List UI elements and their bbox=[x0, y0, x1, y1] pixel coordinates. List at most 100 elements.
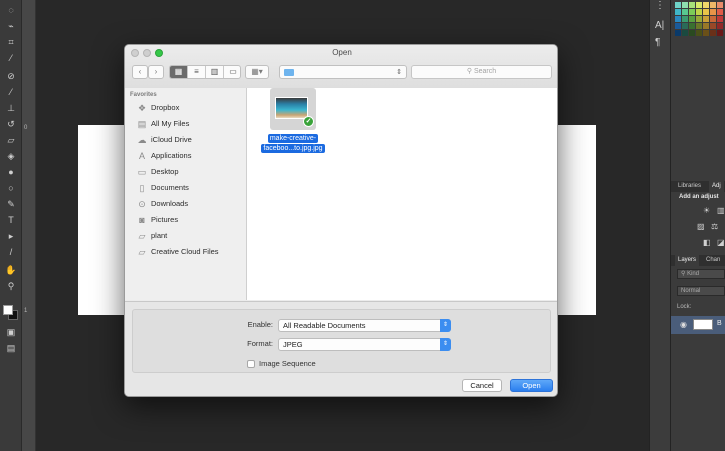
enable-select[interactable]: All Readable Documents ⇕ bbox=[278, 319, 451, 332]
color-swatch[interactable] bbox=[689, 30, 695, 36]
coverflow-view-icon[interactable]: ▭ bbox=[224, 66, 240, 78]
color-swatch[interactable] bbox=[689, 9, 695, 15]
color-swatch[interactable] bbox=[696, 9, 702, 15]
color-swatch[interactable] bbox=[703, 2, 709, 8]
layer-filter-kind[interactable]: ⚲ Kind bbox=[677, 269, 725, 279]
color-swatch[interactable] bbox=[675, 30, 681, 36]
icon-view-icon[interactable]: ▦ bbox=[170, 66, 188, 78]
color-swatch[interactable] bbox=[689, 16, 695, 22]
color-swatch[interactable] bbox=[682, 30, 688, 36]
sidebar-item-applications[interactable]: A Applications bbox=[125, 149, 246, 164]
stamp-tool-icon[interactable]: ⊥ bbox=[4, 102, 18, 114]
search-field[interactable]: ⚲ Search bbox=[411, 65, 552, 79]
quick-select-tool-icon[interactable]: ⌁ bbox=[4, 20, 18, 32]
color-swatch[interactable] bbox=[710, 30, 716, 36]
layer-row[interactable]: ◉ B bbox=[671, 316, 725, 334]
photo-filter-icon[interactable]: ◧ bbox=[703, 238, 711, 247]
lasso-tool-icon[interactable]: ◌ bbox=[4, 4, 18, 16]
sidebar-item-downloads[interactable]: ⊙ Downloads bbox=[125, 197, 246, 212]
cancel-button[interactable]: Cancel bbox=[462, 379, 502, 392]
color-swatch[interactable] bbox=[703, 9, 709, 15]
channel-mixer-icon[interactable]: ◪ bbox=[717, 238, 725, 247]
color-swatch[interactable] bbox=[717, 2, 723, 8]
color-swatch[interactable] bbox=[703, 16, 709, 22]
exposure-icon[interactable]: ▨ bbox=[697, 222, 705, 231]
color-swatch[interactable] bbox=[682, 2, 688, 8]
hand-tool-icon[interactable]: ✋ bbox=[4, 264, 18, 276]
eraser-tool-icon[interactable]: ▱ bbox=[4, 134, 18, 146]
color-swatch[interactable] bbox=[717, 23, 723, 29]
eyedropper-tool-icon[interactable]: ⁄ bbox=[4, 52, 18, 64]
color-swatch[interactable] bbox=[689, 2, 695, 8]
location-popup[interactable]: ⇕ bbox=[279, 65, 407, 79]
visibility-eye-icon[interactable]: ◉ bbox=[680, 320, 687, 329]
color-swatch[interactable] bbox=[696, 30, 702, 36]
sidebar-item-plant[interactable]: ▱ plant bbox=[125, 229, 246, 244]
color-swatch[interactable] bbox=[696, 2, 702, 8]
file-browser[interactable]: ✓ make-creative- faceboo...to.jpg.jpg bbox=[247, 88, 557, 300]
color-swatch[interactable] bbox=[710, 2, 716, 8]
format-select[interactable]: JPEG ⇕ bbox=[278, 338, 451, 351]
tab-layers[interactable]: Layers bbox=[675, 255, 700, 266]
color-swatch[interactable] bbox=[710, 9, 716, 15]
color-swatch[interactable] bbox=[682, 9, 688, 15]
pen-tool-icon[interactable]: ✎ bbox=[4, 198, 18, 210]
tab-adjustments[interactable]: Adj bbox=[709, 181, 724, 192]
vibrance-icon[interactable]: ⚖ bbox=[711, 222, 718, 231]
tab-libraries[interactable]: Libraries bbox=[675, 181, 704, 192]
color-swatch[interactable] bbox=[689, 23, 695, 29]
color-swatch[interactable] bbox=[703, 23, 709, 29]
color-swatch[interactable] bbox=[675, 16, 681, 22]
color-swatch[interactable] bbox=[710, 23, 716, 29]
screen-mode-icon[interactable]: ▤ bbox=[4, 342, 18, 354]
paragraph-icon[interactable]: ¶ bbox=[655, 37, 660, 48]
tab-channels[interactable]: Chan bbox=[703, 255, 723, 266]
quick-mask-icon[interactable]: ▣ bbox=[4, 326, 18, 338]
color-swatch[interactable] bbox=[682, 23, 688, 29]
list-view-icon[interactable]: ≡ bbox=[188, 66, 206, 78]
column-view-icon[interactable]: ▥ bbox=[206, 66, 224, 78]
bucket-tool-icon[interactable]: ◈ bbox=[4, 150, 18, 162]
type-tool-icon[interactable]: T bbox=[4, 214, 18, 226]
forward-button[interactable]: › bbox=[148, 65, 164, 79]
sidebar-item-dropbox[interactable]: ❖ Dropbox bbox=[125, 101, 246, 116]
levels-icon[interactable]: ▥ bbox=[717, 206, 725, 215]
sidebar-item-icloud-drive[interactable]: ☁ iCloud Drive bbox=[125, 133, 246, 148]
foreground-color-swatch[interactable] bbox=[3, 305, 13, 315]
character-icon[interactable]: A| bbox=[655, 20, 664, 31]
sidebar-item-pictures[interactable]: ◙ Pictures bbox=[125, 213, 246, 228]
color-swatch[interactable] bbox=[696, 23, 702, 29]
crop-tool-icon[interactable]: ⌗ bbox=[4, 36, 18, 48]
color-swatch[interactable] bbox=[703, 30, 709, 36]
color-swatch[interactable] bbox=[696, 16, 702, 22]
back-button[interactable]: ‹ bbox=[132, 65, 148, 79]
sidebar-item-creative-cloud-files[interactable]: ▱ Creative Cloud Files bbox=[125, 245, 246, 260]
brush-tool-icon[interactable]: ⁄ bbox=[4, 86, 18, 98]
history-brush-tool-icon[interactable]: ↺ bbox=[4, 118, 18, 130]
sidebar-item-all-my-files[interactable]: ▤ All My Files bbox=[125, 117, 246, 132]
color-swatch[interactable] bbox=[682, 16, 688, 22]
path-select-tool-icon[interactable]: ▸ bbox=[4, 230, 18, 242]
swatches-panel[interactable] bbox=[675, 0, 725, 40]
arrange-button[interactable]: ▦▾ bbox=[245, 65, 269, 79]
image-sequence-checkbox[interactable] bbox=[247, 360, 255, 368]
brightness-icon[interactable]: ☀ bbox=[703, 206, 710, 215]
color-swatch[interactable] bbox=[675, 23, 681, 29]
color-swatch[interactable] bbox=[717, 30, 723, 36]
sidebar-item-desktop[interactable]: ▭ Desktop bbox=[125, 165, 246, 180]
open-button[interactable]: Open bbox=[510, 379, 553, 392]
zoom-tool-icon[interactable]: ⚲ bbox=[4, 280, 18, 292]
healing-tool-icon[interactable]: ⊘ bbox=[4, 70, 18, 82]
line-tool-icon[interactable]: / bbox=[4, 246, 18, 258]
history-icon[interactable]: ⋮ bbox=[655, 0, 665, 11]
file-item[interactable]: ✓ make-creative- faceboo...to.jpg.jpg bbox=[253, 88, 333, 158]
color-swatch[interactable] bbox=[675, 2, 681, 8]
color-swatch[interactable] bbox=[675, 9, 681, 15]
sidebar-item-documents[interactable]: ▯ Documents bbox=[125, 181, 246, 196]
color-swatch[interactable] bbox=[710, 16, 716, 22]
blend-mode-select[interactable]: Normal bbox=[677, 286, 725, 296]
color-swatch[interactable] bbox=[717, 16, 723, 22]
color-swatch[interactable] bbox=[717, 9, 723, 15]
dodge-tool-icon[interactable]: ○ bbox=[4, 182, 18, 194]
blur-tool-icon[interactable]: ● bbox=[4, 166, 18, 178]
